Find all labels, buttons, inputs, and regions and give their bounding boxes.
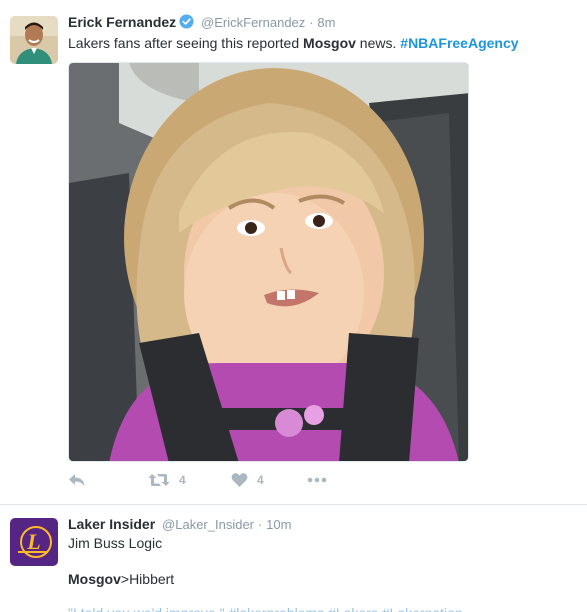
user-handle[interactable]: @ErickFernandez <box>201 15 305 30</box>
tweet-text: Lakers fans after seeing this reported M… <box>68 34 519 52</box>
reply-icon <box>68 472 86 488</box>
tweet-text-line: Jim Buss Logic <box>68 535 163 551</box>
retweet-icon <box>148 472 170 488</box>
timestamp[interactable]: 10m <box>266 517 291 532</box>
like-icon <box>231 472 248 488</box>
tweet-header: Erick Fernandez @ErickFernandez · 8m <box>68 13 335 33</box>
avatar[interactable]: L <box>10 518 58 566</box>
tweet-text-line: Mosgov>Hibbert <box>68 570 174 588</box>
retweet-button[interactable]: 4 <box>148 472 186 488</box>
text-segment: >Hibbert <box>120 571 175 587</box>
more-icon <box>307 472 327 488</box>
more-button[interactable] <box>307 472 327 488</box>
tweet[interactable]: L Laker Insider @Laker_Insider · 10m Jim… <box>0 506 587 612</box>
user-fullname[interactable]: Laker Insider <box>68 516 155 532</box>
reply-button[interactable] <box>68 472 86 488</box>
text-bold: Mosgov <box>68 571 121 587</box>
separator-dot: · <box>257 517 263 532</box>
text-bold: Mosgov <box>303 35 356 51</box>
text-segment: Lakers fans after seeing this reported <box>68 35 304 51</box>
user-fullname[interactable]: Erick Fernandez <box>68 14 176 30</box>
tweet-text-line: "I told you we'd improve " #lakerproblem… <box>68 604 463 612</box>
like-button[interactable]: 4 <box>231 472 264 488</box>
tweet-actions: 4 4 <box>68 472 368 494</box>
verified-icon <box>179 14 194 33</box>
retweet-count: 4 <box>179 473 186 487</box>
tweet-photo[interactable] <box>68 62 469 462</box>
separator-dot: · <box>309 15 314 30</box>
text-segment: news. <box>355 35 401 51</box>
timestamp[interactable]: 8m <box>317 15 335 30</box>
like-count: 4 <box>257 473 264 487</box>
svg-text:L: L <box>26 529 40 554</box>
tweet-header: Laker Insider @Laker_Insider · 10m <box>68 515 291 534</box>
hashtag-link[interactable]: #NBAFreeAgency <box>400 35 518 51</box>
user-handle[interactable]: @Laker_Insider <box>162 517 254 532</box>
avatar[interactable] <box>10 16 58 64</box>
tweet[interactable]: Erick Fernandez @ErickFernandez · 8m Lak… <box>0 0 587 505</box>
